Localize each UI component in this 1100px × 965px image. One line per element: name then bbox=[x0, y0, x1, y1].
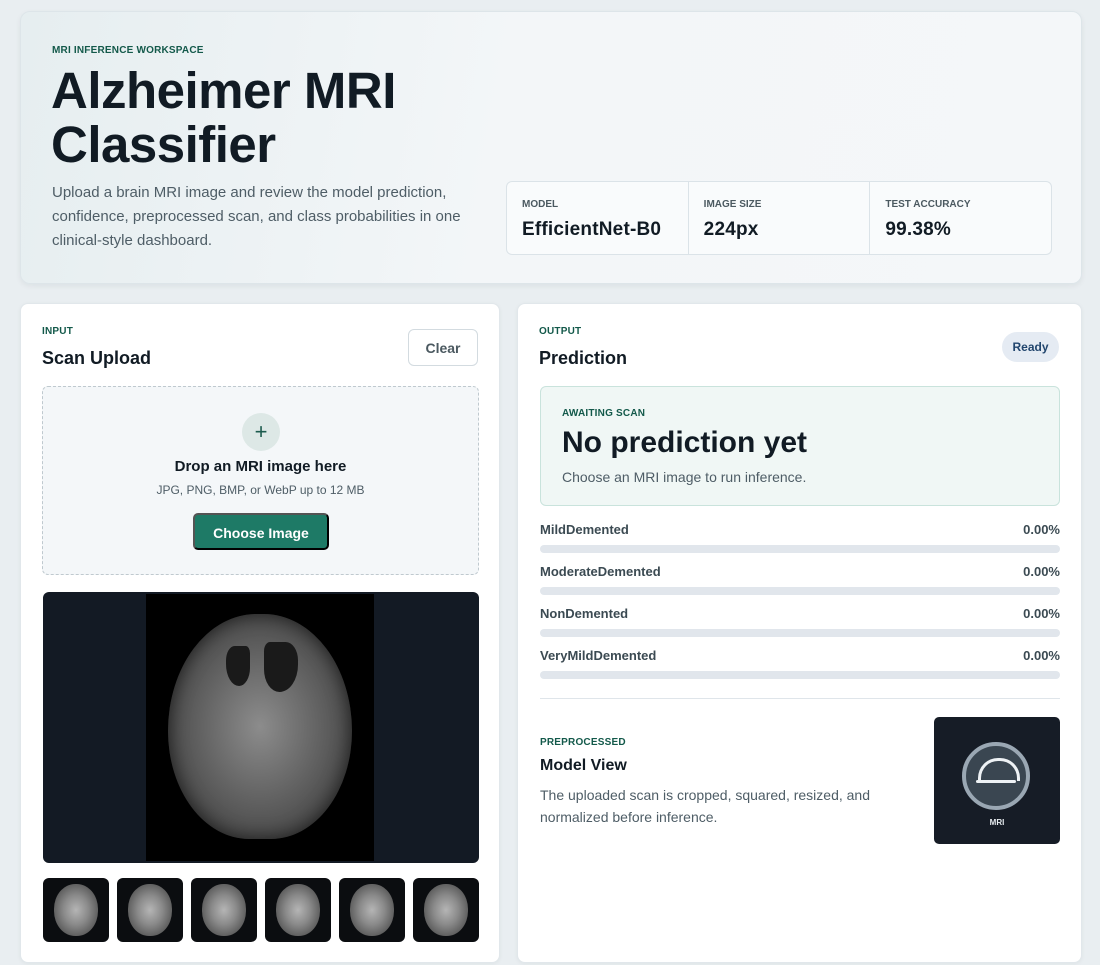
sample-thumbnails bbox=[43, 878, 479, 942]
probability-row: MildDemented 0.00% bbox=[540, 521, 1060, 563]
class-label: NonDemented bbox=[540, 606, 629, 621]
output-title: Prediction bbox=[539, 348, 628, 368]
stat-model: MODEL EfficientNet-B0 bbox=[507, 182, 689, 254]
hero-eyebrow: MRI INFERENCE WORKSPACE bbox=[52, 45, 204, 56]
model-stats: MODEL EfficientNet-B0 IMAGE SIZE 224px T… bbox=[506, 181, 1052, 255]
stat-value: 224px bbox=[703, 219, 759, 240]
scan-preview bbox=[43, 592, 479, 863]
class-label: MildDemented bbox=[540, 522, 629, 537]
choose-image-button[interactable]: Choose Image bbox=[193, 513, 329, 550]
preprocessed-eyebrow: PREPROCESSED bbox=[540, 737, 626, 748]
prediction-headline: No prediction yet bbox=[562, 426, 808, 459]
model-view-title: Model View bbox=[540, 757, 627, 774]
page-title: Alzheimer MRI Classifier bbox=[51, 62, 396, 173]
stat-value: EfficientNet-B0 bbox=[522, 219, 662, 240]
brain-mri-image bbox=[168, 614, 352, 839]
input-eyebrow: INPUT bbox=[42, 326, 73, 337]
sample-thumbnail[interactable] bbox=[339, 878, 405, 942]
class-percent: 0.00% bbox=[1023, 564, 1060, 579]
probability-row: NonDemented 0.00% bbox=[540, 605, 1060, 647]
sample-thumbnail[interactable] bbox=[191, 878, 257, 942]
output-panel: OUTPUT Prediction Ready AWAITING SCAN No… bbox=[517, 303, 1082, 963]
stat-label: MODEL bbox=[522, 199, 559, 210]
sample-thumbnail[interactable] bbox=[265, 878, 331, 942]
input-title: Scan Upload bbox=[42, 348, 152, 368]
stat-test-accuracy: TEST ACCURACY 99.38% bbox=[870, 182, 1051, 254]
mri-placeholder-icon bbox=[962, 742, 1030, 810]
class-label: VeryMildDemented bbox=[540, 648, 657, 663]
dropzone-subtitle: JPG, PNG, BMP, or WebP up to 12 MB bbox=[156, 483, 365, 497]
probability-row: VeryMildDemented 0.00% bbox=[540, 647, 1060, 689]
stat-image-size: IMAGE SIZE 224px bbox=[689, 182, 871, 254]
probability-bar bbox=[540, 629, 1060, 637]
dropzone-title: Drop an MRI image here bbox=[174, 458, 347, 475]
awaiting-eyebrow: AWAITING SCAN bbox=[562, 408, 646, 419]
section-divider bbox=[540, 698, 1060, 699]
probability-bar bbox=[540, 587, 1060, 595]
sample-thumbnail[interactable] bbox=[413, 878, 479, 942]
probability-bar bbox=[540, 671, 1060, 679]
mri-placeholder-label: MRI bbox=[989, 818, 1005, 827]
upload-dropzone[interactable]: + Drop an MRI image here JPG, PNG, BMP, … bbox=[42, 386, 479, 575]
class-percent: 0.00% bbox=[1023, 606, 1060, 621]
output-eyebrow: OUTPUT bbox=[539, 326, 582, 337]
input-panel: INPUT Scan Upload Clear + Drop an MRI im… bbox=[20, 303, 500, 963]
stat-label: TEST ACCURACY bbox=[885, 199, 971, 210]
hero-description: Upload a brain MRI image and review the … bbox=[52, 184, 461, 249]
class-percent: 0.00% bbox=[1023, 648, 1060, 663]
plus-icon: + bbox=[242, 413, 280, 451]
class-percent: 0.00% bbox=[1023, 522, 1060, 537]
stat-label: IMAGE SIZE bbox=[703, 199, 762, 210]
prediction-card: AWAITING SCAN No prediction yet Choose a… bbox=[540, 386, 1060, 506]
probability-bar bbox=[540, 545, 1060, 553]
hero-header: MRI INFERENCE WORKSPACE Alzheimer MRI Cl… bbox=[20, 11, 1082, 284]
model-view-description: The uploaded scan is cropped, squared, r… bbox=[540, 787, 870, 825]
class-label: ModerateDemented bbox=[540, 564, 661, 579]
prediction-message: Choose an MRI image to run inference. bbox=[562, 469, 807, 485]
clear-button[interactable]: Clear bbox=[408, 329, 478, 366]
scan-image bbox=[146, 594, 374, 861]
stat-value: 99.38% bbox=[885, 219, 951, 240]
class-probabilities: MildDemented 0.00% ModerateDemented 0.00… bbox=[540, 521, 1060, 689]
status-badge: Ready bbox=[1002, 332, 1059, 362]
model-view-preview: MRI bbox=[934, 717, 1060, 844]
probability-row: ModerateDemented 0.00% bbox=[540, 563, 1060, 605]
sample-thumbnail[interactable] bbox=[117, 878, 183, 942]
sample-thumbnail[interactable] bbox=[43, 878, 109, 942]
